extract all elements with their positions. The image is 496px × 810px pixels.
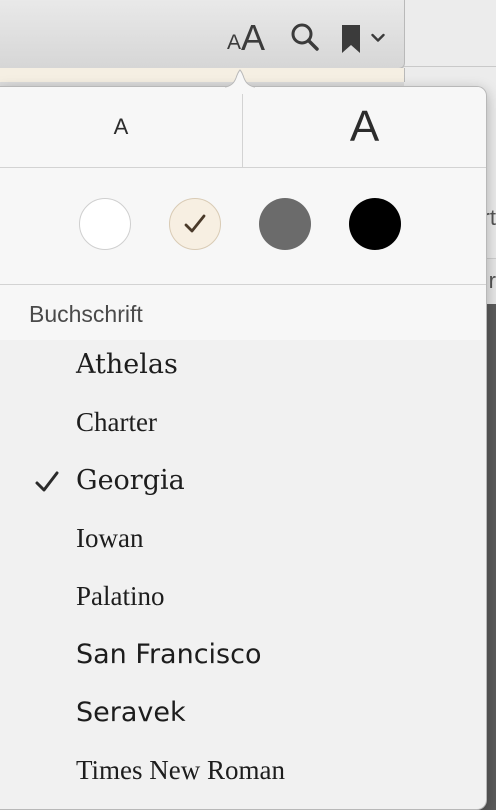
- font-size-controls: A A: [0, 87, 486, 168]
- toolbar: A A: [0, 0, 405, 69]
- font-item-iowan[interactable]: Iowan: [0, 515, 486, 573]
- font-item-label: Charter: [76, 407, 157, 437]
- popover-arrow: [225, 69, 255, 94]
- font-item-charter[interactable]: Charter: [0, 399, 486, 457]
- search-icon[interactable]: [288, 20, 322, 54]
- decrease-font-size-button[interactable]: A: [0, 87, 242, 167]
- font-item-palatino[interactable]: Palatino: [0, 573, 486, 631]
- theme-black-swatch[interactable]: [349, 198, 401, 250]
- font-list: Athelas Charter Georgia Iowan Palatino S…: [0, 341, 486, 805]
- font-item-label: Palatino: [76, 581, 165, 611]
- font-size-large-glyph: A: [241, 17, 266, 58]
- font-item-label: Georgia: [76, 465, 185, 496]
- font-size-small-glyph: A: [226, 31, 241, 54]
- theme-sepia-swatch[interactable]: [169, 198, 221, 250]
- font-size-icon[interactable]: A A: [222, 17, 270, 58]
- font-item-san-francisco[interactable]: San Francisco: [0, 631, 486, 689]
- font-item-label: San Francisco: [76, 639, 262, 670]
- font-item-label: Athelas: [76, 349, 178, 380]
- divider: [404, 66, 496, 67]
- chevron-down-icon[interactable]: [368, 26, 388, 50]
- font-item-label: Iowan: [76, 523, 144, 553]
- font-item-times-new-roman[interactable]: Times New Roman: [0, 747, 486, 805]
- font-item-georgia[interactable]: Georgia: [0, 457, 486, 515]
- increase-font-size-button[interactable]: A: [243, 87, 486, 167]
- appearance-popover: A A Buchschrift Athelas Charter Georgia …: [0, 86, 487, 810]
- font-item-label: Seravek: [76, 697, 186, 728]
- theme-gray-swatch[interactable]: [259, 198, 311, 250]
- checkmark-icon: [35, 471, 59, 492]
- font-item-label: Times New Roman: [76, 755, 286, 785]
- increase-font-size-label: A: [349, 102, 380, 151]
- theme-selector: [0, 168, 486, 285]
- checkmark-icon: [184, 214, 206, 233]
- font-item-seravek[interactable]: Seravek: [0, 689, 486, 747]
- background-text: r: [488, 268, 496, 293]
- font-section-header: Buchschrift: [0, 285, 486, 340]
- decrease-font-size-label: A: [113, 114, 129, 139]
- font-item-athelas[interactable]: Athelas: [0, 341, 486, 399]
- font-section-title: Buchschrift: [29, 301, 143, 327]
- theme-white-swatch[interactable]: [79, 198, 131, 250]
- bookmark-icon[interactable]: [338, 22, 364, 56]
- document-edge: [0, 68, 405, 82]
